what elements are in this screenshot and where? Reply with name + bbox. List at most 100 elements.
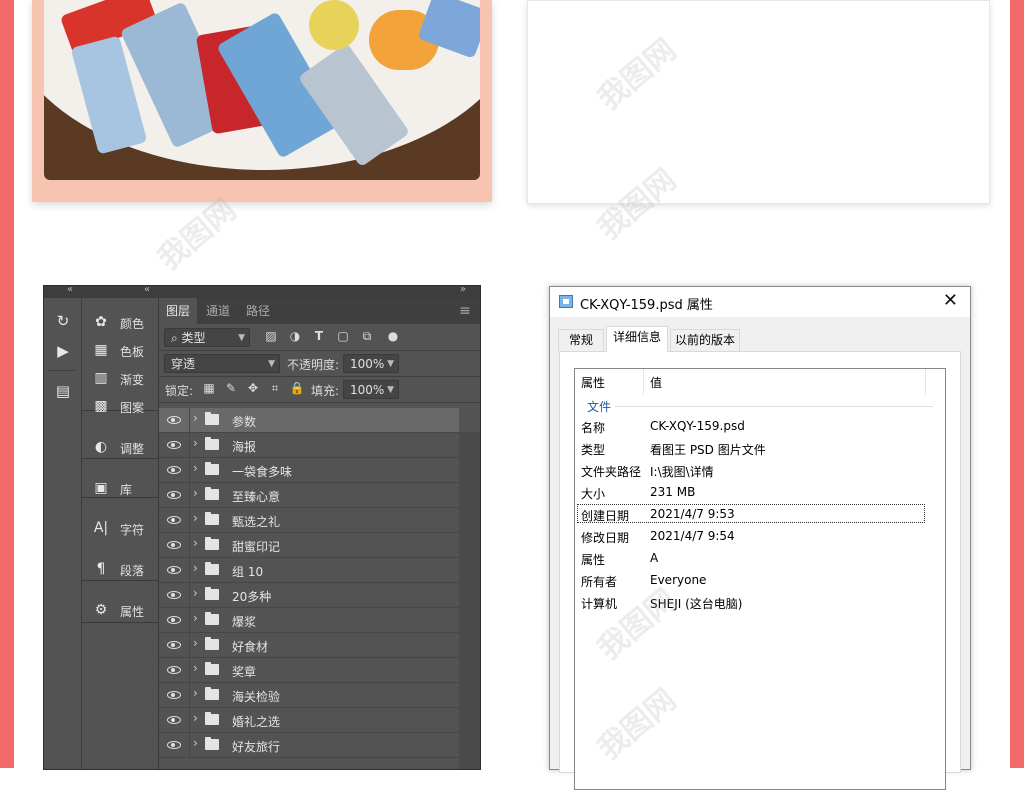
tab-paths[interactable]: 路径 [239, 298, 277, 324]
collapse-left-icon[interactable]: « [67, 286, 73, 295]
visibility-toggle[interactable] [159, 608, 190, 632]
tab-previous-versions[interactable]: 以前的版本 [670, 329, 740, 351]
smart-object-filter-icon[interactable]: ⧉ [359, 328, 375, 344]
property-row[interactable]: 类型 看图王 PSD 图片文件 [575, 438, 945, 460]
layer-row[interactable]: › 甜蜜印记 [159, 533, 459, 558]
shape-filter-icon[interactable]: ▢ [335, 328, 351, 344]
property-row[interactable]: 修改日期 2021/4/7 9:54 [575, 526, 945, 548]
visibility-toggle[interactable] [159, 583, 190, 607]
lock-position-icon[interactable]: ✥ [245, 380, 261, 396]
close-icon[interactable]: ✕ [943, 290, 958, 311]
chevron-right-icon[interactable]: › [193, 661, 198, 675]
fill-input[interactable]: 100% ▼ [343, 380, 399, 399]
color-panel-button[interactable]: ✿ 颜色 [82, 309, 158, 335]
visibility-toggle[interactable] [159, 733, 190, 757]
layer-row[interactable]: › 好友旅行 [159, 733, 459, 758]
collapse-mid-icon[interactable]: « [144, 286, 150, 295]
pixel-filter-icon[interactable]: ▨ [263, 328, 279, 344]
visibility-toggle[interactable] [159, 658, 190, 682]
layer-row[interactable]: › 参数 [159, 408, 459, 433]
visibility-toggle[interactable] [159, 433, 190, 457]
property-row[interactable]: 名称 CK-XQY-159.psd [575, 416, 945, 438]
chevron-right-icon[interactable]: › [193, 736, 198, 750]
header-separator[interactable] [643, 369, 644, 395]
properties-panel-button[interactable]: ⚙ 属性 [82, 597, 158, 623]
lock-all-icon[interactable]: 🔒 [289, 380, 305, 396]
chevron-right-icon[interactable]: › [193, 711, 198, 725]
visibility-toggle[interactable] [159, 558, 190, 582]
layers-scrollbar[interactable] [459, 432, 480, 769]
header-property[interactable]: 属性 [581, 374, 605, 391]
photoshop-panel: « « » ↻ ▶ ▤ ✿ 颜色 ▦ 色板 ▥ 渐变 ▩ 图案 ◐ 调整 ▣ 库… [43, 285, 481, 770]
property-row[interactable]: 计算机 SHEJI (这台电脑) [575, 592, 945, 614]
property-value: CK-XQY-159.psd [650, 419, 745, 433]
library-panel-button[interactable]: ▣ 库 [82, 475, 158, 501]
header-separator[interactable] [925, 369, 926, 395]
pattern-panel-button[interactable]: ▩ 图案 [82, 393, 158, 419]
chevron-right-icon[interactable]: › [193, 436, 198, 450]
layer-row[interactable]: › 海报 [159, 433, 459, 458]
history-icon[interactable]: ↻ [54, 312, 72, 330]
property-row[interactable]: 大小 231 MB [575, 482, 945, 504]
expand-right-icon[interactable]: » [460, 286, 466, 295]
property-value: 2021/4/7 9:54 [650, 529, 735, 543]
visibility-toggle[interactable] [159, 458, 190, 482]
chevron-right-icon[interactable]: › [193, 511, 198, 525]
chevron-right-icon[interactable]: › [193, 561, 198, 575]
visibility-toggle[interactable] [159, 408, 190, 432]
chevron-right-icon[interactable]: › [193, 586, 198, 600]
visibility-toggle[interactable] [159, 683, 190, 707]
layer-row[interactable]: › 甄选之礼 [159, 508, 459, 533]
lock-brush-icon[interactable]: ✎ [223, 380, 239, 396]
tab-channels[interactable]: 通道 [199, 298, 237, 324]
gradient-panel-button[interactable]: ▥ 渐变 [82, 365, 158, 391]
panel-collapse-bar[interactable]: « « » [44, 286, 480, 298]
visibility-toggle[interactable] [159, 633, 190, 657]
layer-row[interactable]: › 一袋食多味 [159, 458, 459, 483]
chevron-right-icon[interactable]: › [193, 611, 198, 625]
paragraph-panel-button[interactable]: ¶ 段落 [82, 556, 158, 582]
visibility-toggle[interactable] [159, 533, 190, 557]
adjustments-panel-button[interactable]: ◐ 调整 [82, 434, 158, 460]
chevron-right-icon[interactable]: › [193, 636, 198, 650]
lock-transparent-icon[interactable]: ▦ [201, 380, 217, 396]
property-row[interactable]: 所有者 Everyone [575, 570, 945, 592]
chevron-right-icon[interactable]: › [193, 536, 198, 550]
character-panel-button[interactable]: A| 字符 [82, 515, 158, 541]
chevron-right-icon[interactable]: › [193, 486, 198, 500]
layer-row[interactable]: › 至臻心意 [159, 483, 459, 508]
type-filter-icon[interactable]: T [311, 328, 327, 344]
chevron-right-icon[interactable]: › [193, 461, 198, 475]
filter-toggle-icon[interactable]: ● [385, 328, 401, 344]
property-row[interactable]: 文件夹路径 I:\我图\详情 [575, 460, 945, 482]
chevron-right-icon[interactable]: › [193, 686, 198, 700]
tab-layers[interactable]: 图层 [159, 298, 197, 324]
layer-row[interactable]: › 婚礼之选 [159, 708, 459, 733]
layer-row[interactable]: › 海关检验 [159, 683, 459, 708]
layer-row[interactable]: › 组 10 [159, 558, 459, 583]
header-value[interactable]: 值 [650, 374, 662, 391]
layer-row[interactable]: › 20多种 [159, 583, 459, 608]
layer-row[interactable]: › 好食材 [159, 633, 459, 658]
visibility-toggle[interactable] [159, 508, 190, 532]
visibility-toggle[interactable] [159, 483, 190, 507]
candy-photo [44, 0, 480, 180]
opacity-input[interactable]: 100% ▼ [343, 354, 399, 373]
tab-general[interactable]: 常规 [558, 329, 604, 351]
property-row[interactable]: 属性 A [575, 548, 945, 570]
notes-icon[interactable]: ▤ [54, 382, 72, 400]
adjustment-filter-icon[interactable]: ◑ [287, 328, 303, 344]
layer-row[interactable]: › 奖章 [159, 658, 459, 683]
group-divider [615, 406, 933, 407]
chevron-right-icon[interactable]: › [193, 411, 198, 425]
visibility-toggle[interactable] [159, 708, 190, 732]
tab-details[interactable]: 详细信息 [606, 326, 668, 352]
property-row[interactable]: 创建日期 2021/4/7 9:53 [575, 504, 945, 526]
layer-row[interactable]: › 爆浆 [159, 608, 459, 633]
swatches-panel-button[interactable]: ▦ 色板 [82, 337, 158, 363]
blend-mode-select[interactable]: 穿透 ▼ [164, 354, 280, 373]
filter-type-select[interactable]: ⌕ 类型 ▼ [164, 328, 250, 347]
play-icon[interactable]: ▶ [54, 342, 72, 360]
lock-artboard-icon[interactable]: ⌗ [267, 380, 283, 396]
panel-menu-icon[interactable]: ≡ [454, 298, 476, 324]
